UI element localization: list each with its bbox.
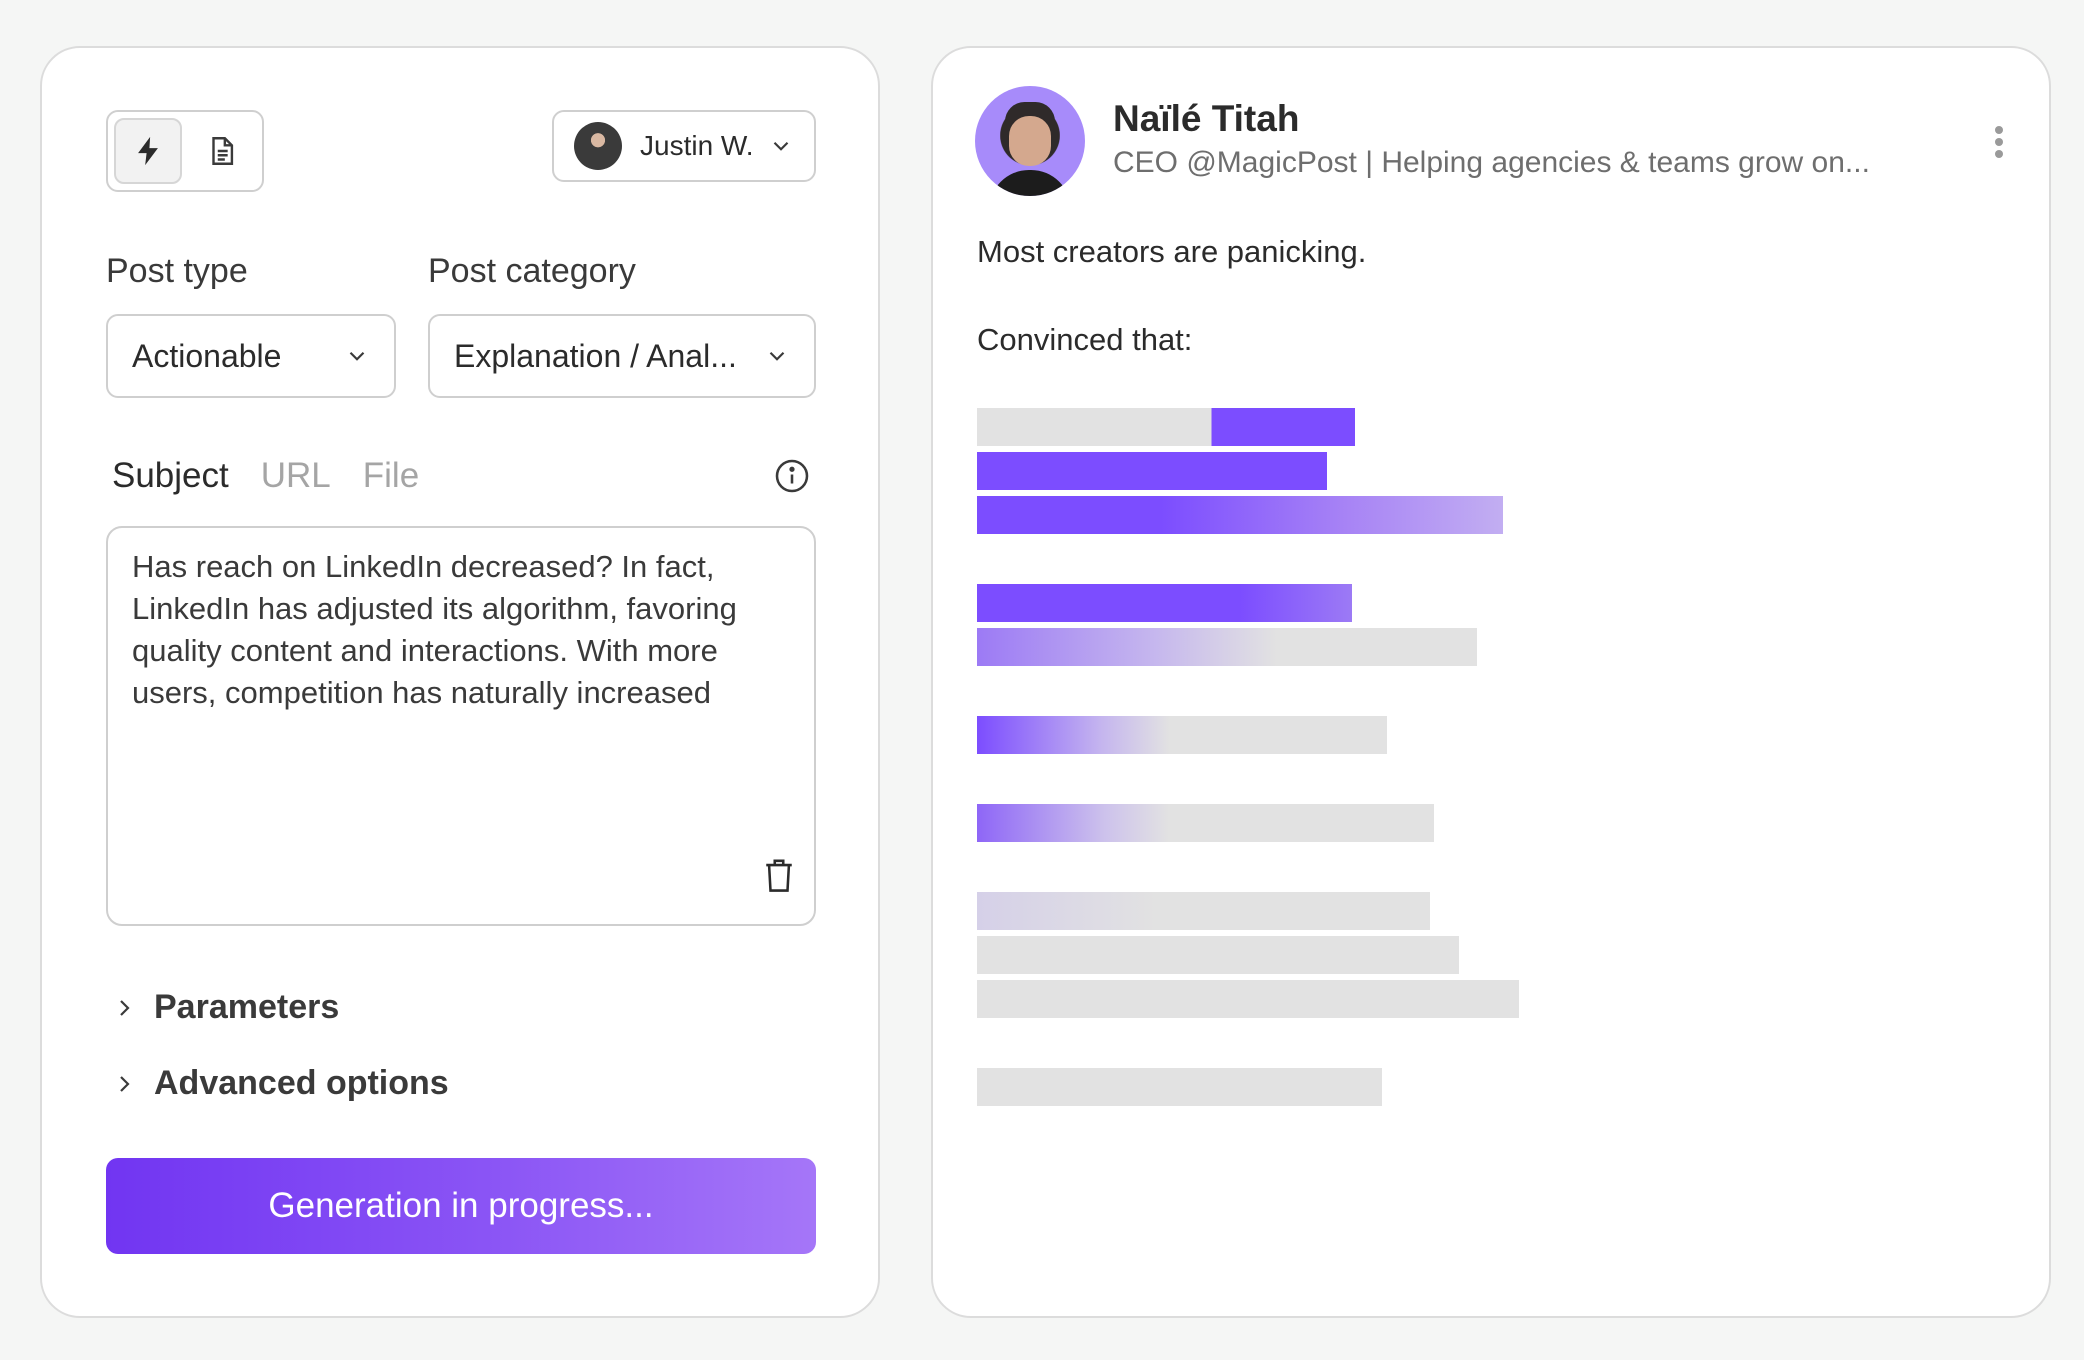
- advanced-options-label: Advanced options: [154, 1064, 449, 1102]
- kebab-icon[interactable]: [1993, 124, 2005, 160]
- quick-mode-button[interactable]: [114, 118, 182, 184]
- tab-file[interactable]: File: [363, 456, 419, 496]
- account-selector[interactable]: Justin W.: [552, 110, 816, 182]
- subject-text: Has reach on LinkedIn decreased? In fact…: [132, 549, 737, 710]
- chevron-down-icon: [764, 343, 790, 369]
- loading-skeleton-line: [977, 936, 1459, 974]
- loading-skeleton-line: [977, 628, 1477, 666]
- author-name: Naïlé Titah: [1113, 98, 1300, 139]
- loading-skeleton-line: [977, 408, 1355, 446]
- advanced-options-toggle[interactable]: Advanced options: [112, 1064, 449, 1103]
- chevron-right-icon: [120, 1075, 130, 1092]
- loading-skeleton-line: [977, 1068, 1382, 1106]
- source-tabs: Subject URL File: [112, 456, 419, 496]
- account-avatar: [574, 122, 622, 170]
- info-icon[interactable]: [774, 458, 810, 494]
- document-mode-button[interactable]: [188, 118, 256, 184]
- generate-button-label: Generation in progress...: [268, 1186, 654, 1225]
- post-type-value: Actionable: [132, 337, 282, 374]
- generator-panel: Justin W. Post type Actionable Post cate…: [40, 46, 880, 1318]
- subject-textarea[interactable]: Has reach on LinkedIn decreased? In fact…: [106, 526, 816, 926]
- post-line: Convinced that:: [977, 322, 1193, 357]
- chevron-down-icon: [768, 133, 794, 159]
- tab-subject[interactable]: Subject: [112, 456, 229, 496]
- generate-button[interactable]: Generation in progress...: [106, 1158, 816, 1254]
- trash-icon[interactable]: [762, 856, 796, 894]
- post-category-value: Explanation / Anal...: [454, 337, 737, 374]
- loading-skeleton-line: [977, 804, 1434, 842]
- loading-skeleton-line: [977, 496, 1503, 534]
- parameters-toggle[interactable]: Parameters: [112, 988, 339, 1027]
- document-icon: [212, 137, 234, 165]
- post-category-label: Post category: [428, 252, 636, 290]
- post-preview-panel: Naïlé Titah CEO @MagicPost | Helping age…: [931, 46, 2051, 1318]
- loading-skeleton-line: [977, 716, 1387, 754]
- post-category-select[interactable]: Explanation / Anal...: [428, 314, 816, 398]
- post-type-label: Post type: [106, 252, 248, 290]
- account-name: Justin W.: [640, 130, 754, 161]
- tab-url[interactable]: URL: [261, 456, 331, 496]
- post-line: Most creators are panicking.: [977, 234, 1367, 269]
- bolt-icon: [138, 136, 158, 166]
- loading-skeleton-line: [977, 980, 1519, 1018]
- loading-skeleton-line: [977, 452, 1327, 490]
- author-avatar: [975, 86, 1085, 196]
- mode-toggle: [106, 110, 264, 192]
- post-type-select[interactable]: Actionable: [106, 314, 396, 398]
- chevron-right-icon: [120, 999, 130, 1016]
- loading-skeleton-line: [977, 892, 1430, 930]
- chevron-down-icon: [344, 343, 370, 369]
- loading-skeleton-line: [977, 584, 1352, 622]
- author-headline: CEO @MagicPost | Helping agencies & team…: [1113, 146, 1870, 179]
- parameters-label: Parameters: [154, 988, 340, 1026]
